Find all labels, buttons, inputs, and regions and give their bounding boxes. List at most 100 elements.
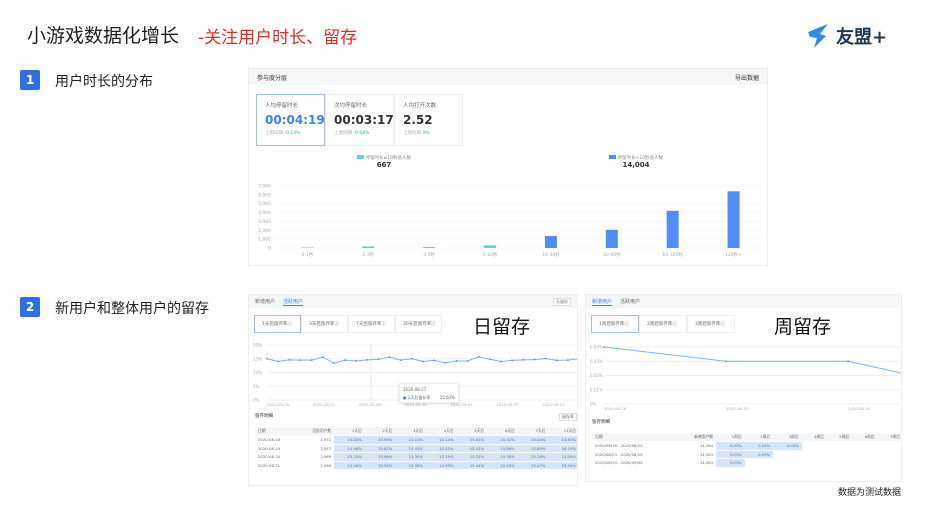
data-point[interactable] xyxy=(277,360,280,363)
column-header: 14天后 xyxy=(548,427,577,436)
table-cell: 0.03% xyxy=(716,450,745,459)
x-tick-label: 2020-08-26 xyxy=(359,402,382,407)
bar[interactable] xyxy=(423,246,436,248)
metric-label: 人均停留时长 xyxy=(265,103,299,109)
data-point[interactable] xyxy=(310,359,313,362)
data-point[interactable] xyxy=(410,357,413,360)
retention-metric-card[interactable]: 3天后留存率 ⓘ xyxy=(301,315,348,333)
data-point[interactable] xyxy=(377,358,380,361)
bar[interactable] xyxy=(362,246,375,248)
table-cell: 15.43% xyxy=(456,444,488,453)
x-tick-label: 2020-08-30 xyxy=(848,406,871,411)
data-point[interactable] xyxy=(511,359,514,362)
metric-compare: 上周同期 -0.14% xyxy=(265,130,316,136)
data-point[interactable] xyxy=(522,358,525,361)
daily-retention-label: 日留存 xyxy=(473,316,531,338)
metric-label: 次均停留时长 xyxy=(334,103,368,109)
unit-select[interactable]: 天留存 xyxy=(553,297,571,306)
step-1-label: 用户时长的分布 xyxy=(55,74,153,90)
table-header: 日期 新增用户数 1周后 2周后 3周后 4周后 5周后 6周后 7周后 xyxy=(592,433,901,442)
table-cell: 15.14% xyxy=(426,435,457,445)
data-point[interactable] xyxy=(444,361,447,364)
metric-card[interactable]: 次均停留时长 00:03:17 上周同期 -0.08% xyxy=(325,94,394,146)
data-point[interactable] xyxy=(566,359,569,362)
data-point[interactable] xyxy=(388,356,391,358)
data-point[interactable] xyxy=(399,359,402,362)
y-tick-label: 2,000 xyxy=(258,228,271,234)
retention-metric-card[interactable]: 30天后留存率 ⓘ xyxy=(395,315,442,333)
y-tick-label: 10% xyxy=(253,370,262,375)
table-cell: 14.98% xyxy=(334,444,365,453)
step-1-badge: 1 xyxy=(20,70,40,90)
y-tick-label: 5% xyxy=(253,384,260,389)
x-tick-label: 2020-08-16 xyxy=(604,406,627,411)
table-cell xyxy=(877,450,901,459)
data-point[interactable] xyxy=(477,355,480,358)
data-point[interactable] xyxy=(344,359,346,362)
footer-note: 数据为测试数据 xyxy=(838,488,902,498)
tab-new-users[interactable]: 新增用户 xyxy=(255,298,275,305)
retention-metric-card[interactable]: 3周后留存率 ⓘ xyxy=(687,315,735,333)
data-point[interactable] xyxy=(455,360,458,362)
table-cell xyxy=(773,458,802,468)
column-header: 日期 xyxy=(592,433,677,442)
column-header: 2周后 xyxy=(744,433,774,442)
metric-card[interactable]: 人均停留时长 00:04:19 上周同期 -0.14% xyxy=(256,94,325,146)
legend-long-total: 14,004 xyxy=(622,161,650,169)
table-cell: 15.36% xyxy=(395,461,427,470)
data-point[interactable] xyxy=(433,359,436,362)
bar[interactable] xyxy=(605,229,618,248)
table-cell: 14,083 xyxy=(676,450,717,459)
table-cell: 15.89% xyxy=(487,444,518,453)
engagement-panel: 参与度分层 导出数据 人均停留时长 00:04:19 上周同期 -0.14% 次均停留时… xyxy=(248,68,768,266)
bar[interactable] xyxy=(544,236,557,248)
tab-active-users[interactable]: 活跃用户 xyxy=(620,298,640,305)
data-point[interactable] xyxy=(332,362,335,365)
data-point[interactable] xyxy=(555,359,558,362)
metric-card[interactable]: 人均打开次数 2.52 上周同期 0% xyxy=(394,94,463,146)
retention-metric-card[interactable]: 7天后留存率 ⓘ xyxy=(348,315,395,333)
data-point[interactable] xyxy=(288,358,291,361)
bar[interactable] xyxy=(301,247,314,248)
data-point[interactable] xyxy=(603,346,605,348)
data-point[interactable] xyxy=(725,360,727,363)
tab-new-users[interactable]: 新增用户 xyxy=(592,298,613,306)
data-point[interactable] xyxy=(847,360,849,363)
metric-label: 3周后留存率 xyxy=(695,322,721,327)
data-point[interactable] xyxy=(355,360,358,362)
table-cell: 0.03% xyxy=(716,441,745,451)
data-point[interactable] xyxy=(299,359,302,362)
data-point[interactable] xyxy=(366,358,369,361)
table-cell xyxy=(801,450,827,459)
table-cell xyxy=(852,458,878,468)
data-point[interactable] xyxy=(266,357,268,360)
table-cell: 15.07% xyxy=(517,461,549,470)
column-header: 2天后 xyxy=(364,427,396,436)
weekly-retention-table: 日期 新增用户数 1周后 2周后 3周后 4周后 5周后 6周后 7周后 2020/08/16 -… xyxy=(592,433,901,468)
data-point[interactable] xyxy=(466,360,469,362)
data-point[interactable] xyxy=(533,358,536,361)
export-button[interactable]: 导出数据 xyxy=(735,73,759,82)
table-row: 2020-08-20 2,969 15.70% 15.96% 15.30% 15.39% 1… xyxy=(255,452,577,462)
data-point[interactable] xyxy=(422,360,424,363)
retention-metric-card[interactable]: 1周后留存率 ⓘ xyxy=(591,315,639,333)
rate-select[interactable]: 留存率 xyxy=(559,413,577,421)
bar[interactable] xyxy=(727,191,740,248)
retention-metric-card[interactable]: 1天后留存率 ⓘ xyxy=(254,315,301,333)
x-tick-label: 3-5秒 xyxy=(423,251,435,258)
column-header: 7周后 xyxy=(877,433,901,442)
data-point[interactable] xyxy=(488,358,491,361)
umeng-logo: 友盟+ xyxy=(806,22,887,50)
slide-title: 小游戏数据化增长 xyxy=(27,25,180,47)
data-point[interactable] xyxy=(321,356,324,358)
tab-active-users[interactable]: 活跃用户 xyxy=(283,298,304,306)
x-tick-label: 120秒+ xyxy=(725,251,742,258)
bar[interactable] xyxy=(666,210,679,248)
data-point[interactable] xyxy=(500,360,502,363)
data-point[interactable] xyxy=(544,357,547,360)
bar[interactable] xyxy=(484,245,497,248)
retention-metric-card[interactable]: 2周后留存率 ⓘ xyxy=(639,315,687,333)
table-title: 留存明细 xyxy=(255,414,273,419)
table-cell xyxy=(877,458,901,468)
x-tick-label: 2020-09-07 xyxy=(496,402,519,407)
